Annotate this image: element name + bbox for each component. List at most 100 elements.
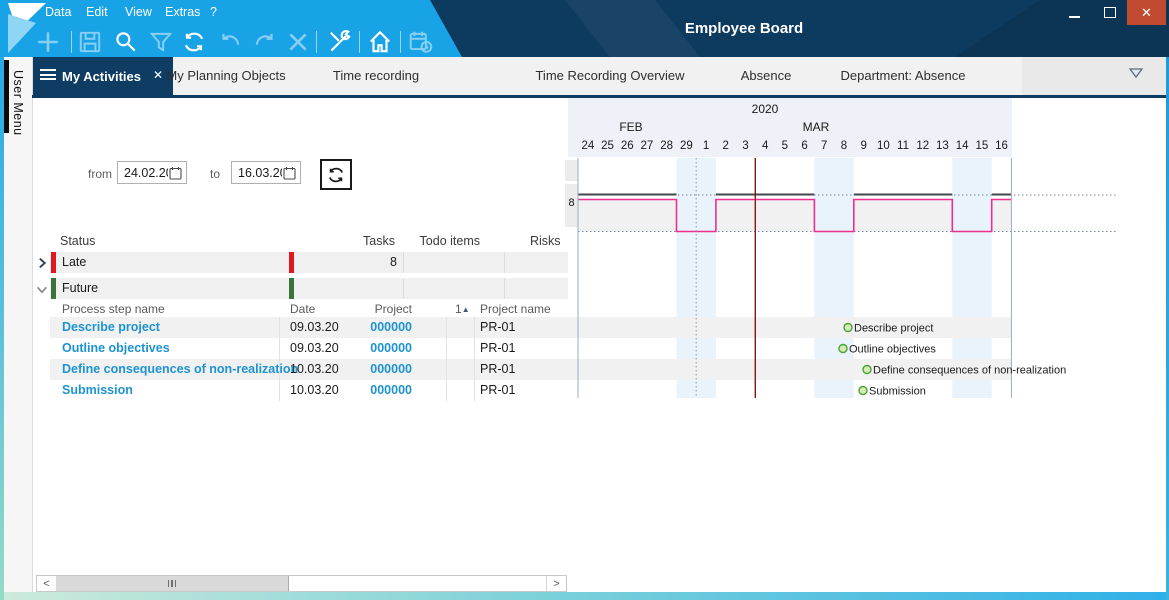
refresh-button[interactable] [181, 29, 207, 55]
tab-overflow-zone [1022, 57, 1166, 95]
project-name: PR-01 [480, 362, 515, 376]
group-label: Late [62, 255, 86, 269]
day-tick: 11 [893, 140, 913, 152]
group-label: Future [62, 281, 98, 295]
save-button[interactable] [77, 29, 103, 55]
group-row-future[interactable]: Future [50, 278, 568, 299]
col-todo-items[interactable]: Todo items [395, 234, 480, 248]
apply-date-range-button[interactable] [320, 159, 352, 190]
redo-button[interactable] [252, 29, 278, 55]
milestone-icon [839, 345, 847, 353]
table-row[interactable]: Define consequences of non-realization 1… [50, 359, 568, 380]
toolbar-separator [316, 31, 317, 53]
future-status-bar [51, 278, 56, 299]
hamburger-icon[interactable] [40, 69, 56, 82]
tab-close-icon[interactable]: ✕ [153, 68, 163, 82]
menu-data[interactable]: Data [45, 5, 71, 19]
project-name: PR-01 [480, 383, 515, 397]
tab-time-recording-overview[interactable]: Time Recording Overview [535, 68, 684, 83]
scroll-right-button[interactable]: > [546, 576, 566, 591]
day-tick: 29 [677, 140, 697, 152]
svg-text:Outline objectives: Outline objectives [849, 344, 936, 356]
horizontal-scrollbar[interactable]: < > [36, 575, 567, 592]
user-menu-indicator [4, 60, 9, 133]
project-link[interactable]: 000000 [340, 362, 412, 376]
filter-icon [148, 29, 174, 55]
day-tick: 7 [814, 140, 834, 152]
filter-button[interactable] [148, 29, 174, 55]
expand-chevron-down-icon[interactable] [36, 284, 48, 296]
menu-edit[interactable]: Edit [86, 5, 108, 19]
from-date-input[interactable] [117, 161, 187, 184]
milestone[interactable]: Describe project [844, 323, 933, 335]
col-process-step-name[interactable]: Process step name [62, 302, 165, 316]
calendar-clock-icon [408, 29, 434, 55]
day-tick: 6 [795, 140, 815, 152]
project-link[interactable]: 000000 [340, 320, 412, 334]
step-name-link[interactable]: Define consequences of non-realization [62, 362, 298, 376]
tab-absence[interactable]: Absence [741, 68, 792, 83]
project-link[interactable]: 000000 [340, 383, 412, 397]
scroll-left-button[interactable]: < [37, 576, 57, 591]
planning-calendar-button[interactable] [408, 29, 434, 55]
day-tick: 24 [578, 140, 598, 152]
search-button[interactable] [112, 29, 138, 55]
col-tasks[interactable]: Tasks [300, 234, 395, 248]
minimize-button[interactable] [1057, 0, 1092, 25]
tools-icon [327, 29, 353, 55]
refresh-icon [181, 29, 207, 55]
step-name-link[interactable]: Outline objectives [62, 341, 170, 355]
step-date: 10.03.20 [290, 362, 339, 376]
menu-view[interactable]: View [125, 5, 152, 19]
maximize-icon [1104, 7, 1116, 18]
table-row[interactable]: Outline objectives 09.03.20 000000 PR-01 [50, 338, 568, 359]
tab-my-activities[interactable]: My Activities ✕ [32, 57, 173, 95]
milestone[interactable]: Define consequences of non-realization [863, 365, 1066, 377]
col-status[interactable]: Status [60, 234, 95, 248]
table-row[interactable]: Describe project 09.03.20 000000 PR-01 [50, 317, 568, 338]
expand-chevron-right-icon[interactable] [36, 257, 48, 269]
late-status-bar [51, 252, 56, 273]
gantt-chart[interactable]: 8 Describe project Outline objectives [565, 157, 1125, 400]
project-name: PR-01 [480, 341, 515, 355]
delete-button[interactable] [285, 29, 311, 55]
col-project-name[interactable]: Project name [480, 302, 551, 316]
step-date: 09.03.20 [290, 320, 339, 334]
project-link[interactable]: 000000 [340, 341, 412, 355]
table-row[interactable]: Submission 10.03.20 000000 PR-01 [50, 380, 568, 401]
col-date[interactable]: Date [290, 302, 315, 316]
home-button[interactable] [367, 29, 393, 55]
step-name-link[interactable]: Describe project [62, 320, 160, 334]
undo-button[interactable] [217, 29, 243, 55]
add-button[interactable] [35, 29, 61, 55]
col-risks[interactable]: Risks [530, 234, 561, 248]
window-border [0, 57, 4, 600]
day-tick: 28 [657, 140, 677, 152]
menu-help[interactable]: ? [210, 5, 217, 19]
late-status-bar [289, 252, 294, 273]
from-label: from [88, 167, 112, 181]
tab-my-planning-objects[interactable]: My Planning Objects [166, 68, 285, 83]
group-tasks-count: 8 [320, 255, 397, 269]
sort-indicator[interactable]: 1▲ [455, 302, 470, 316]
window-title: Employee Board [685, 20, 803, 37]
milestone[interactable]: Outline objectives [839, 344, 936, 356]
milestone-icon [863, 366, 871, 374]
scrollbar-thumb[interactable] [56, 576, 289, 591]
close-button[interactable]: ✕ [1127, 0, 1166, 25]
step-name-link[interactable]: Submission [62, 383, 133, 397]
step-date: 09.03.20 [290, 341, 339, 355]
tab-department-absence[interactable]: Department: Absence [840, 68, 965, 83]
maximize-button[interactable] [1092, 0, 1127, 25]
milestone[interactable]: Submission [859, 386, 926, 398]
collapse-panel-icon[interactable] [1128, 67, 1144, 79]
menu-extras[interactable]: Extras [165, 5, 200, 19]
user-menu-strip[interactable]: User Menu [4, 57, 33, 592]
app-window: Data Edit View Extras ? [0, 0, 1169, 600]
tools-button[interactable] [327, 29, 353, 55]
to-date-input[interactable] [231, 161, 301, 184]
tab-time-recording[interactable]: Time recording [333, 68, 419, 83]
titlebar: Data Edit View Extras ? [0, 0, 1169, 57]
col-project[interactable]: Project [340, 302, 412, 316]
group-row-late[interactable]: Late 8 [50, 252, 568, 273]
